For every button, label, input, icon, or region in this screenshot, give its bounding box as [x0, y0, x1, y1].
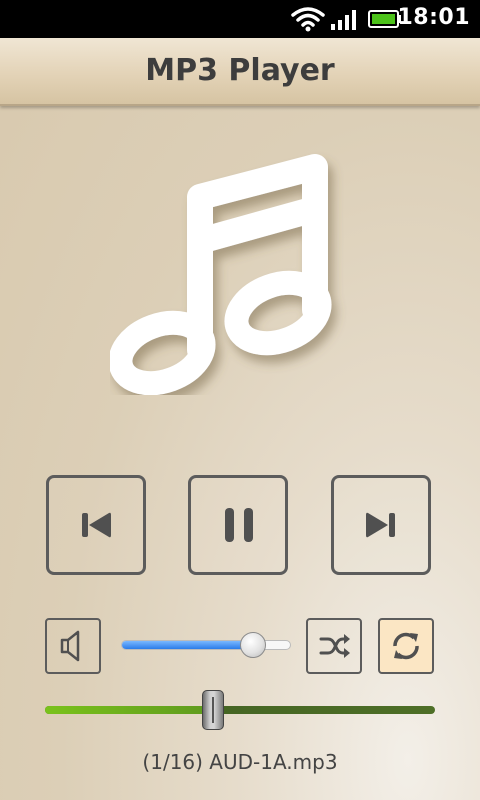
seek-bar-thumb[interactable] — [201, 690, 224, 730]
shuffle-icon — [319, 634, 350, 658]
signal-icon — [330, 9, 360, 35]
repeat-button[interactable] — [378, 618, 434, 674]
music-note-icon — [108, 154, 332, 396]
wifi-icon — [291, 6, 325, 36]
skip-previous-icon — [82, 512, 111, 538]
skip-next-icon — [366, 512, 395, 538]
volume-slider-thumb[interactable] — [240, 632, 267, 658]
track-label: (1/16) AUD-1A.mp3 — [142, 750, 338, 774]
speaker-icon — [60, 630, 80, 662]
title-bar: MP3 Player — [0, 38, 480, 106]
app-title: MP3 Player — [145, 53, 335, 88]
seek-bar[interactable] — [45, 690, 435, 730]
album-art — [108, 145, 360, 399]
repeat-icon — [393, 632, 419, 660]
volume-button[interactable] — [45, 618, 101, 674]
shuffle-button[interactable] — [306, 618, 362, 674]
previous-button[interactable] — [46, 475, 146, 575]
seek-progress-fill — [45, 706, 213, 714]
pause-button[interactable] — [188, 475, 288, 575]
status-time: 18:01 — [397, 5, 470, 30]
volume-slider[interactable] — [121, 632, 291, 658]
status-bar: 18:01 — [0, 0, 480, 38]
next-button[interactable] — [331, 475, 431, 575]
volume-level-fill — [122, 641, 254, 649]
pause-icon — [225, 508, 253, 542]
